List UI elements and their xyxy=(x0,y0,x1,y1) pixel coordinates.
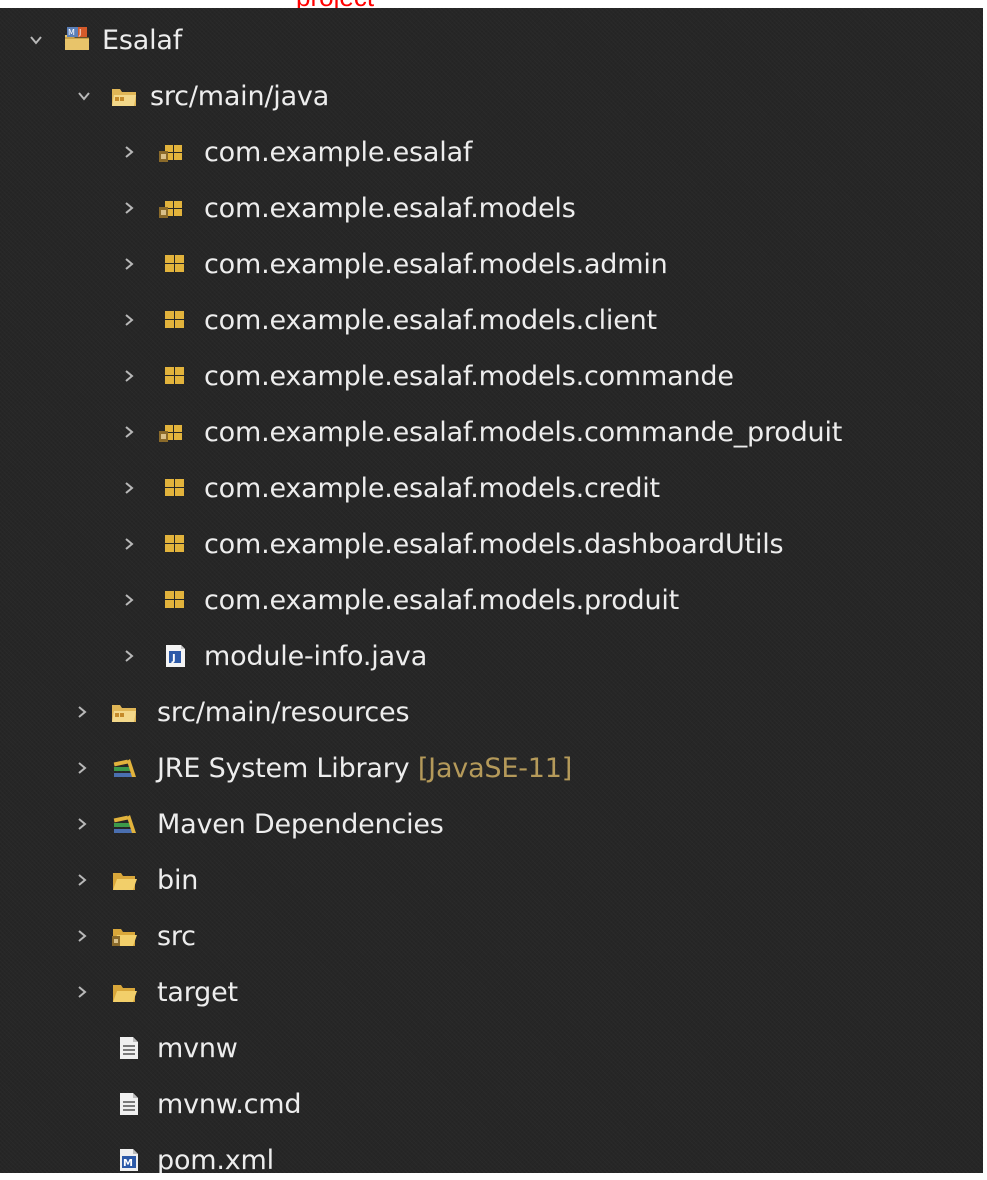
maven-project-icon: M J xyxy=(64,26,90,52)
tree-item-package[interactable]: com.example.esalaf.models.client xyxy=(0,292,983,348)
file-mvnw-cmd-label: mvnw.cmd xyxy=(157,1088,302,1120)
tree-item-folder-target[interactable]: target xyxy=(0,964,983,1020)
package-problem-icon xyxy=(158,139,184,165)
folder-icon xyxy=(112,868,138,894)
svg-text:M: M xyxy=(123,1158,133,1169)
chevron-right-icon[interactable] xyxy=(75,929,89,943)
package-label: com.example.esalaf.models.commande_produ… xyxy=(204,416,843,448)
package-icon xyxy=(162,531,188,557)
folder-icon xyxy=(112,980,138,1006)
screenshot-frame: project M J Esalaf xyxy=(0,0,987,1180)
jre-library-name: JRE System Library xyxy=(157,752,410,784)
src-main-java-label: src/main/java xyxy=(150,80,330,112)
text-file-icon xyxy=(117,1091,143,1117)
chevron-right-icon[interactable] xyxy=(122,257,136,271)
tree-item-java-file[interactable]: J module-info.java xyxy=(0,628,983,684)
jre-library-label: JRE System Library [JavaSE-11] xyxy=(157,753,572,784)
library-icon xyxy=(112,755,138,781)
file-mvnw-label: mvnw xyxy=(157,1032,238,1064)
chevron-right-icon[interactable] xyxy=(75,873,89,887)
tree-item-jre-library[interactable]: JRE System Library [JavaSE-11] xyxy=(0,740,983,796)
tree-item-package[interactable]: com.example.esalaf.models.produit xyxy=(0,572,983,628)
cropped-header: project xyxy=(0,0,987,8)
package-problem-icon xyxy=(158,419,184,445)
svg-text:M: M xyxy=(68,28,75,37)
package-problem-icon xyxy=(158,195,184,221)
tree-item-project[interactable]: M J Esalaf xyxy=(0,12,983,68)
source-folder-icon xyxy=(111,84,137,110)
tree-item-folder-bin[interactable]: bin xyxy=(0,852,983,908)
right-margin xyxy=(983,0,987,1180)
folder-src-label: src xyxy=(157,920,196,952)
chevron-right-icon[interactable] xyxy=(122,201,136,215)
package-label: com.example.esalaf.models xyxy=(204,192,576,224)
package-label: com.example.esalaf.models.produit xyxy=(204,584,680,616)
package-icon xyxy=(162,251,188,277)
package-icon xyxy=(162,307,188,333)
tree-item-package[interactable]: com.example.esalaf.models.commande xyxy=(0,348,983,404)
chevron-right-icon[interactable] xyxy=(122,425,136,439)
maven-dependencies-label: Maven Dependencies xyxy=(157,808,444,840)
chevron-right-icon[interactable] xyxy=(75,761,89,775)
java-file-icon: J xyxy=(163,643,189,669)
text-file-icon xyxy=(117,1035,143,1061)
tree-item-file-mvnw-cmd[interactable]: mvnw.cmd xyxy=(0,1076,983,1132)
tree-item-package[interactable]: com.example.esalaf.models.commande_produ… xyxy=(0,404,983,460)
package-label: com.example.esalaf.models.client xyxy=(204,304,657,336)
bottom-margin xyxy=(0,1173,987,1180)
package-icon xyxy=(162,587,188,613)
svg-text:J: J xyxy=(171,653,176,664)
tree-item-folder-src[interactable]: src xyxy=(0,908,983,964)
java-file-label: module-info.java xyxy=(204,640,428,672)
jre-version-decoration: [JavaSE-11] xyxy=(417,752,573,784)
chevron-right-icon[interactable] xyxy=(122,481,136,495)
maven-pom-icon: M xyxy=(117,1147,143,1173)
cropped-header-text: project xyxy=(296,0,374,8)
tree-item-src-main-java[interactable]: src/main/java xyxy=(0,68,983,124)
chevron-down-icon[interactable] xyxy=(29,33,43,47)
folder-bin-label: bin xyxy=(157,864,199,896)
chevron-right-icon[interactable] xyxy=(75,985,89,999)
src-main-resources-label: src/main/resources xyxy=(157,696,410,728)
tree-item-package[interactable]: com.example.esalaf.models.dashboardUtils xyxy=(0,516,983,572)
project-label: Esalaf xyxy=(102,24,183,56)
tree-item-package[interactable]: com.example.esalaf.models.credit xyxy=(0,460,983,516)
chevron-right-icon[interactable] xyxy=(122,313,136,327)
tree-item-src-main-resources[interactable]: src/main/resources xyxy=(0,684,983,740)
chevron-right-icon[interactable] xyxy=(122,593,136,607)
package-label: com.example.esalaf.models.admin xyxy=(204,248,668,280)
folder-target-label: target xyxy=(157,976,238,1008)
package-icon xyxy=(162,475,188,501)
chevron-right-icon[interactable] xyxy=(122,649,136,663)
tree-item-package[interactable]: com.example.esalaf.models.admin xyxy=(0,236,983,292)
chevron-right-icon[interactable] xyxy=(122,369,136,383)
chevron-right-icon[interactable] xyxy=(122,537,136,551)
folder-problem-icon xyxy=(112,924,138,950)
chevron-right-icon[interactable] xyxy=(122,145,136,159)
package-label: com.example.esalaf xyxy=(204,136,473,168)
package-label: com.example.esalaf.models.credit xyxy=(204,472,660,504)
chevron-right-icon[interactable] xyxy=(75,705,89,719)
package-label: com.example.esalaf.models.commande xyxy=(204,360,734,392)
tree-item-maven-dependencies[interactable]: Maven Dependencies xyxy=(0,796,983,852)
file-pom-label: pom.xml xyxy=(157,1144,274,1174)
chevron-right-icon[interactable] xyxy=(75,817,89,831)
tree-item-package[interactable]: com.example.esalaf.models xyxy=(0,180,983,236)
tree-item-file-pom[interactable]: M pom.xml xyxy=(0,1132,983,1173)
package-label: com.example.esalaf.models.dashboardUtils xyxy=(204,528,784,560)
chevron-down-icon[interactable] xyxy=(77,89,91,103)
library-icon xyxy=(112,811,138,837)
package-icon xyxy=(162,363,188,389)
tree-item-file-mvnw[interactable]: mvnw xyxy=(0,1020,983,1076)
tree-item-package[interactable]: com.example.esalaf xyxy=(0,124,983,180)
project-explorer-tree: M J Esalaf src/main/java com.example.esa… xyxy=(0,8,983,1173)
source-folder-icon xyxy=(111,700,137,726)
svg-text:J: J xyxy=(78,28,81,37)
